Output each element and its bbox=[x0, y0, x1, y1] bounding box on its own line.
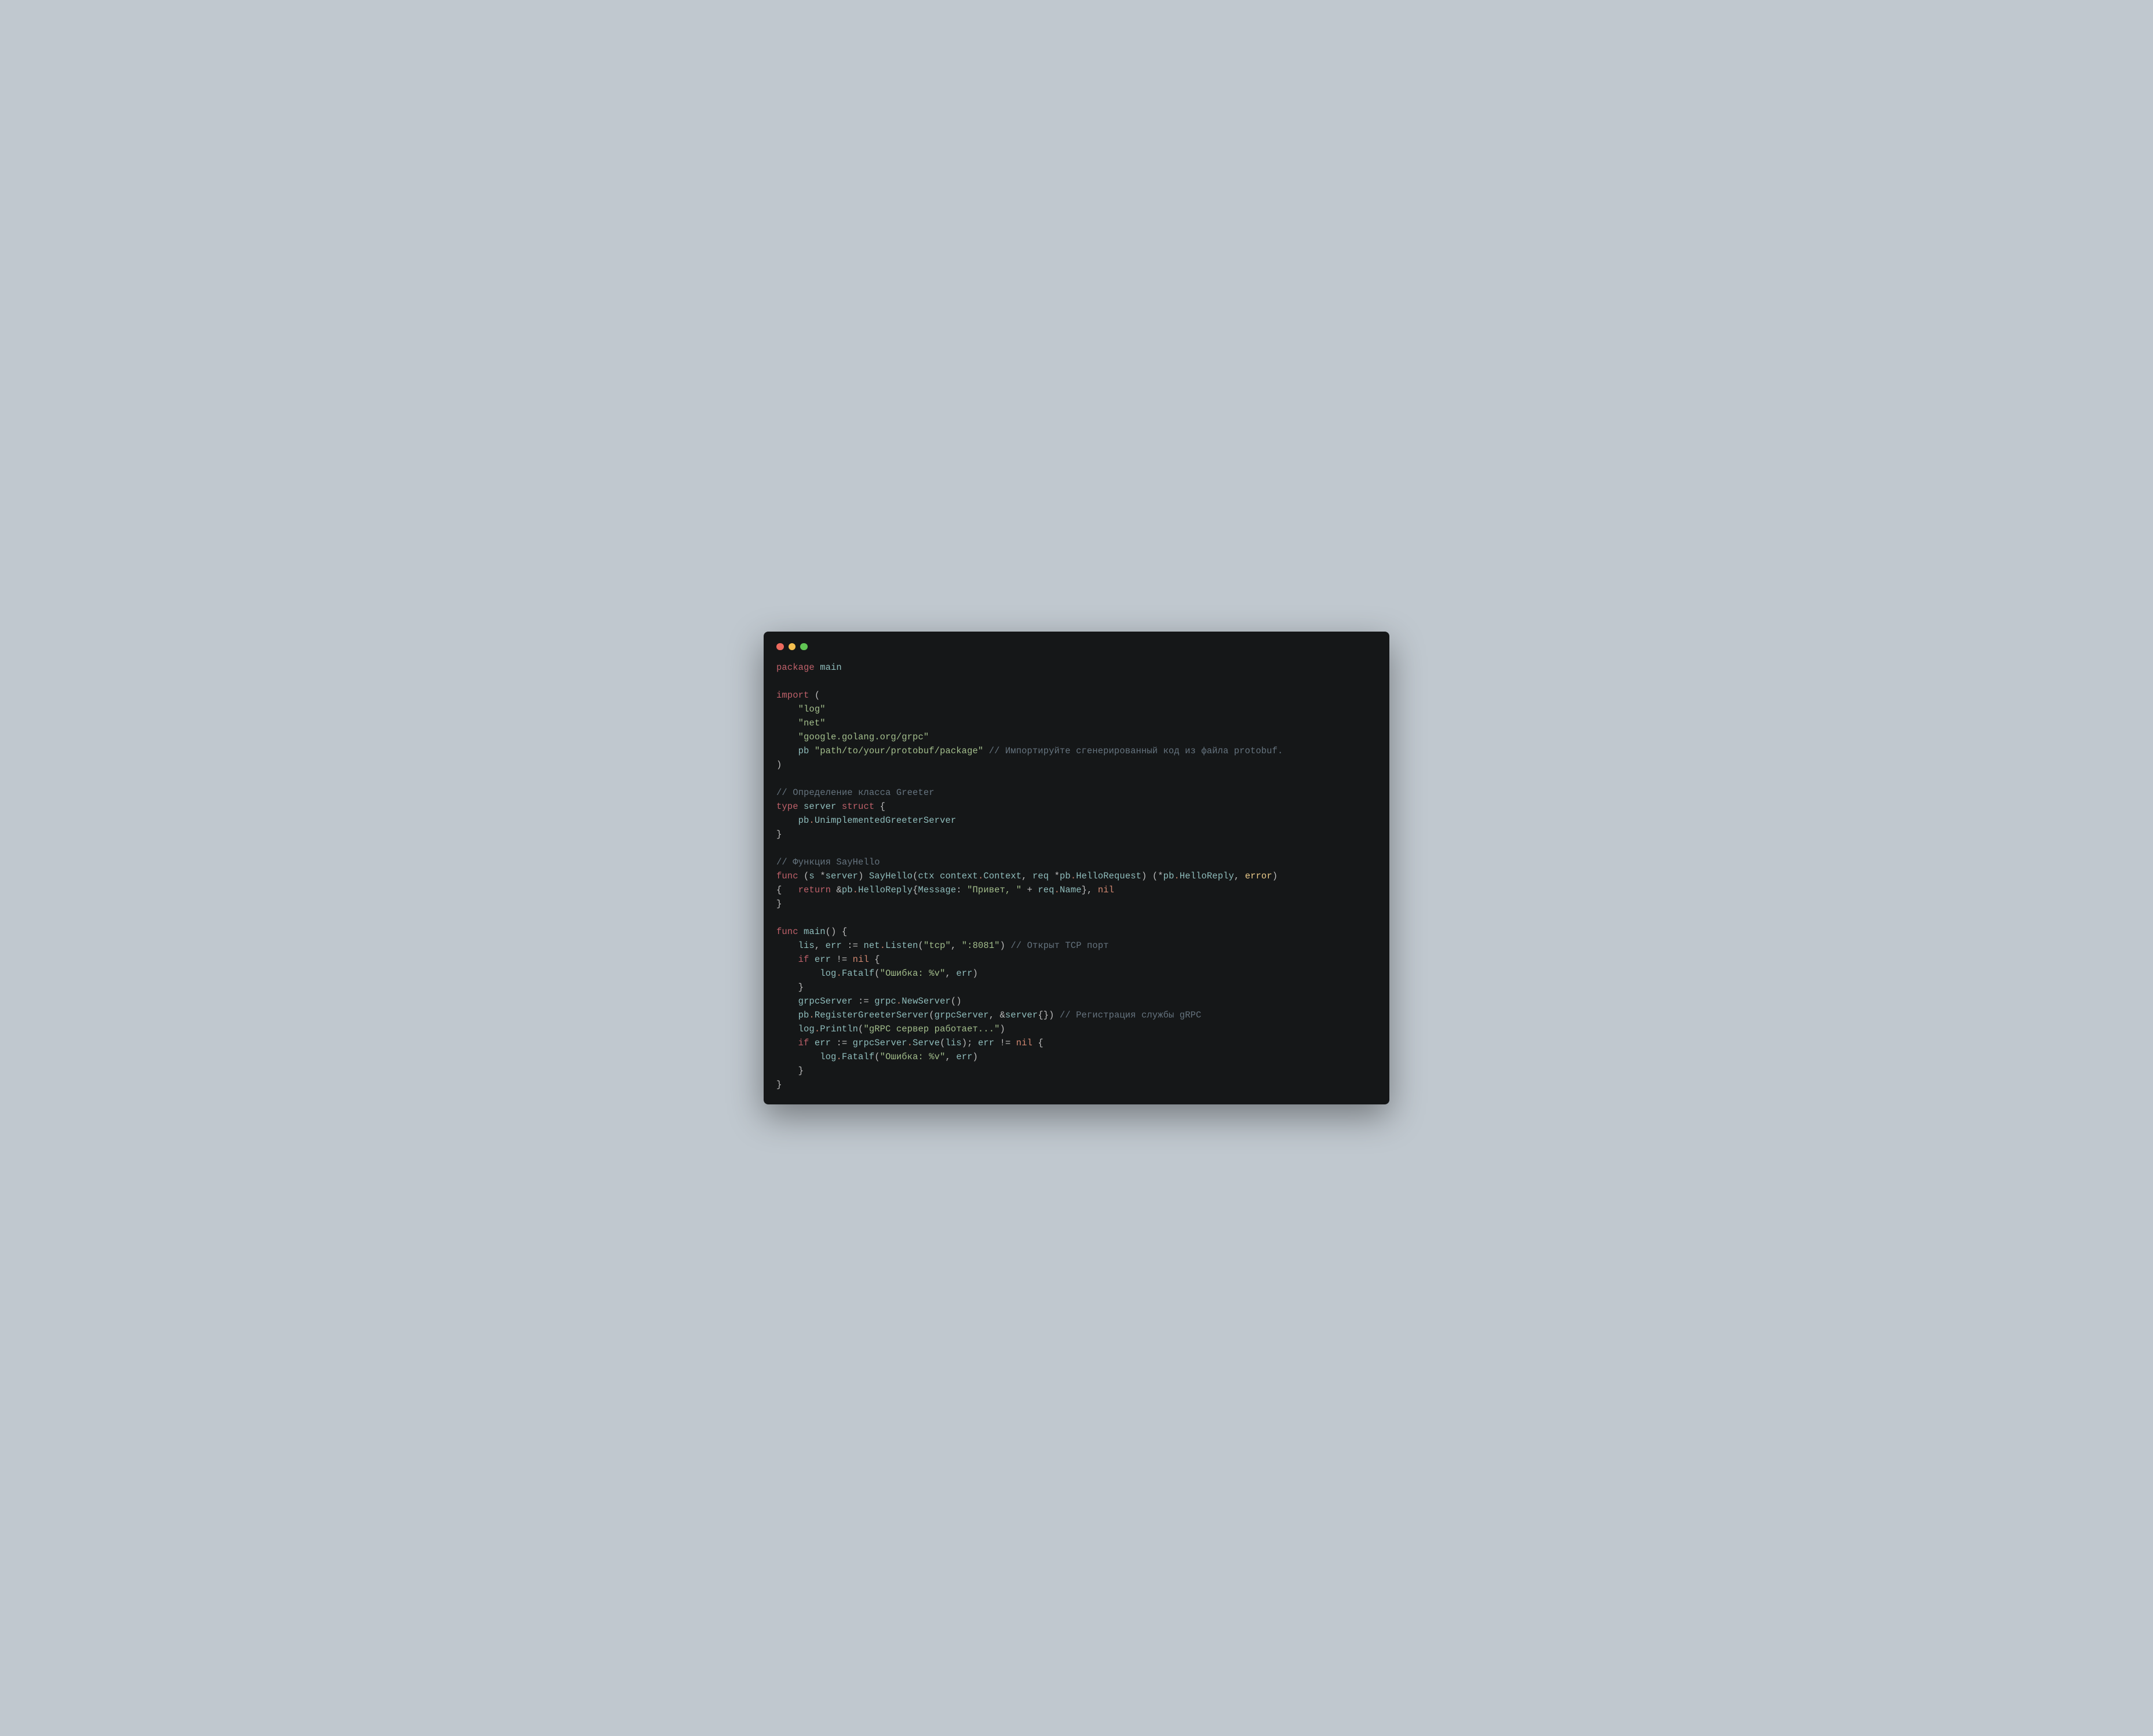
kw-if-2: if bbox=[798, 1038, 809, 1048]
brace-close: } bbox=[776, 829, 782, 840]
method-sayhello: SayHello bbox=[869, 871, 913, 881]
window-close-icon[interactable] bbox=[776, 643, 784, 651]
comment-greeter: // Определение класса Greeter bbox=[776, 787, 935, 798]
kw-if-1: if bbox=[798, 954, 809, 965]
dot: . bbox=[809, 815, 814, 826]
import-pbpath: "path/to/your/protobuf/package" bbox=[815, 746, 983, 756]
field-unimpl: UnimplementedGreeterServer bbox=[815, 815, 956, 826]
kw-func-1: func bbox=[776, 871, 798, 881]
kw-type: type bbox=[776, 801, 798, 812]
import-grpc: "google.golang.org/grpc" bbox=[798, 732, 929, 742]
kw-import: import bbox=[776, 690, 809, 701]
type-server: server bbox=[804, 801, 836, 812]
comment-register: // Регистрация службы gRPC bbox=[1060, 1010, 1201, 1020]
window-zoom-icon[interactable] bbox=[800, 643, 808, 651]
kw-func-main: func bbox=[776, 927, 798, 937]
field-pb: pb bbox=[798, 815, 809, 826]
traffic-lights bbox=[776, 642, 1377, 661]
kw-package: package bbox=[776, 662, 815, 673]
comment-import: // Импортируйте сгенерированный код из ф… bbox=[989, 746, 1283, 756]
window-minimize-icon[interactable] bbox=[789, 643, 796, 651]
ident-main: main bbox=[820, 662, 842, 673]
paren-open: ( bbox=[815, 690, 820, 701]
code-block: package main import ( "log" "net" "googl… bbox=[776, 661, 1377, 1092]
kw-return: return bbox=[798, 885, 831, 895]
comment-sayhello: // Функция SayHello bbox=[776, 857, 880, 867]
import-log: "log" bbox=[798, 704, 826, 714]
comment-tcp: // Открыт TCP порт bbox=[1010, 940, 1108, 951]
func-main: main bbox=[804, 927, 826, 937]
nil-3: nil bbox=[1016, 1038, 1032, 1048]
nil-2: nil bbox=[853, 954, 869, 965]
type-error: error bbox=[1245, 871, 1272, 881]
import-net: "net" bbox=[798, 718, 826, 728]
brace-open: { bbox=[880, 801, 885, 812]
import-alias-pb: pb bbox=[798, 746, 809, 756]
nil-1: nil bbox=[1098, 885, 1114, 895]
paren-close: ) bbox=[776, 760, 782, 770]
code-window: package main import ( "log" "net" "googl… bbox=[764, 632, 1389, 1105]
kw-struct: struct bbox=[842, 801, 874, 812]
